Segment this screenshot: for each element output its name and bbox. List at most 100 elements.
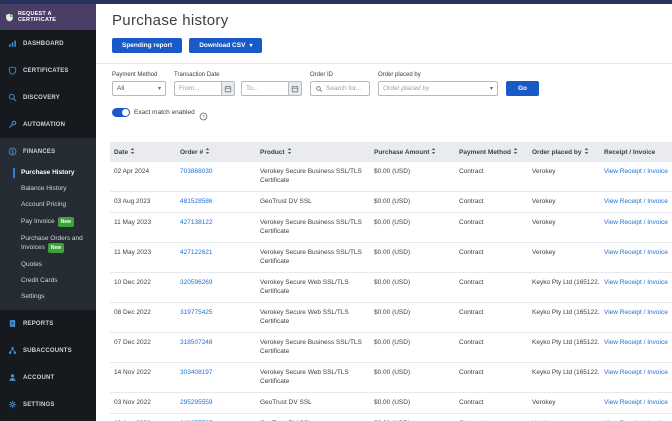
payment-method-select[interactable]: All ▾: [112, 81, 166, 96]
sidebar-subitem-settings[interactable]: Settings: [0, 289, 96, 305]
sidebar-item-label: AUTOMATION: [23, 122, 65, 128]
column-header-order[interactable]: Order #: [176, 142, 256, 162]
cell-payment-method: Contract: [455, 393, 528, 414]
view-receipt-invoice-link[interactable]: View Receipt / Invoice: [604, 249, 668, 256]
svg-text:?: ?: [202, 114, 205, 120]
cell-receipt-invoice: View Receipt / Invoice: [600, 273, 672, 303]
cell-payment-method: Contract: [455, 414, 528, 421]
order-number-link[interactable]: 427122621: [180, 249, 213, 256]
spending-report-button[interactable]: Spending report: [112, 38, 182, 53]
sidebar-subitem-credit-cards[interactable]: Credit Cards: [0, 273, 96, 289]
table-row: 14 Nov 2022303408197Verokey Secure Web S…: [110, 363, 672, 393]
sidebar-item-finances[interactable]: $FINANCES: [0, 138, 96, 165]
column-header-date[interactable]: Date: [110, 142, 176, 162]
cell-payment-method: Contract: [455, 192, 528, 213]
sort-icon[interactable]: [130, 147, 135, 157]
date-from-input[interactable]: From...: [174, 81, 235, 96]
sidebar-subitem-purchase-history[interactable]: Purchase History: [0, 165, 96, 181]
sidebar-subitem-purchase-orders-and-invoices[interactable]: Purchase Orders and InvoicesNew: [0, 231, 96, 257]
cell-order-number: 320596269: [176, 273, 256, 303]
sidebar-item-reports[interactable]: REPORTS: [0, 310, 96, 337]
sort-icon[interactable]: [513, 147, 518, 157]
cell-payment-method: Contract: [455, 213, 528, 243]
request-certificate-button[interactable]: REQUEST A CERTIFICATE: [0, 4, 96, 30]
column-label: Date: [114, 149, 128, 156]
order-number-link[interactable]: 303408197: [180, 369, 213, 376]
view-receipt-invoice-link[interactable]: View Receipt / Invoice: [604, 399, 668, 406]
sidebar: REQUEST A CERTIFICATE DASHBOARDCERTIFICA…: [0, 4, 96, 421]
help-icon[interactable]: ?: [199, 108, 208, 117]
sort-icon[interactable]: [431, 147, 436, 157]
sidebar-item-subaccounts[interactable]: SUBACCOUNTS: [0, 337, 96, 364]
calendar-button[interactable]: [221, 82, 234, 95]
cell-purchase-amount: $0.00 (USD): [370, 333, 455, 363]
view-receipt-invoice-link[interactable]: View Receipt / Invoice: [604, 219, 668, 226]
calendar-button[interactable]: [288, 82, 301, 95]
view-receipt-invoice-link[interactable]: View Receipt / Invoice: [604, 168, 668, 175]
sidebar-subitem-pay-invoice[interactable]: Pay InvoiceNew: [0, 213, 96, 231]
account-icon: [8, 373, 17, 382]
view-receipt-invoice-link[interactable]: View Receipt / Invoice: [604, 279, 668, 286]
view-receipt-invoice-link[interactable]: View Receipt / Invoice: [604, 198, 668, 205]
exact-match-toggle[interactable]: [112, 108, 130, 117]
sidebar-subitem-quotes[interactable]: Quotes: [0, 257, 96, 273]
sidebar-item-label: SUBACCOUNTS: [23, 348, 72, 354]
cell-payment-method: Contract: [455, 243, 528, 273]
order-number-link[interactable]: 703868030: [180, 168, 213, 175]
cell-order-placed-by: Verokey: [528, 393, 600, 414]
table-row: 03 Aug 2023481528586GeoTrust DV SSL$0.00…: [110, 192, 672, 213]
cell-purchase-amount: $0.00 (USD): [370, 303, 455, 333]
cell-date: 03 Nov 2022: [110, 393, 176, 414]
sidebar-subitem-label: Quotes: [21, 261, 42, 268]
date-to-input[interactable]: To...: [241, 81, 302, 96]
sidebar-item-certificates[interactable]: CERTIFICATES: [0, 57, 96, 84]
cell-purchase-amount: $0.00 (USD): [370, 414, 455, 421]
cell-purchase-amount: $0.00 (USD): [370, 393, 455, 414]
purchase-history-table: Date Order # ProductPurchase AmountPayment…: [110, 142, 672, 421]
sidebar-item-discovery[interactable]: DISCOVERY: [0, 84, 96, 111]
column-header-purchase-amount[interactable]: Purchase Amount: [370, 142, 455, 162]
order-number-link[interactable]: 318507248: [180, 339, 213, 346]
reports-icon: [8, 319, 17, 328]
sort-icon[interactable]: [205, 147, 210, 157]
sidebar-item-automation[interactable]: AUTOMATION: [0, 111, 96, 138]
sidebar-item-dashboard[interactable]: DASHBOARD: [0, 30, 96, 57]
order-number-link[interactable]: 295295559: [180, 399, 213, 406]
view-receipt-invoice-link[interactable]: View Receipt / Invoice: [604, 339, 668, 346]
cell-payment-method: Contract: [455, 303, 528, 333]
certificates-icon: [8, 66, 17, 75]
order-number-link[interactable]: 320596269: [180, 279, 213, 286]
view-receipt-invoice-link[interactable]: View Receipt / Invoice: [604, 369, 668, 376]
sort-icon[interactable]: [287, 147, 292, 157]
column-label: Order #: [180, 149, 203, 156]
cell-order-placed-by: Verokey: [528, 213, 600, 243]
sidebar-subitem-label: Settings: [21, 293, 45, 300]
sidebar-subitem-account-pricing[interactable]: Account Pricing: [0, 197, 96, 213]
cell-order-placed-by: Verokey: [528, 243, 600, 273]
sidebar-subitem-balance-history[interactable]: Balance History: [0, 181, 96, 197]
order-number-link[interactable]: 481528586: [180, 198, 213, 205]
sort-icon[interactable]: [584, 147, 589, 157]
cell-receipt-invoice: View Receipt / Invoice: [600, 393, 672, 414]
go-button[interactable]: Go: [506, 81, 539, 96]
sidebar-item-settings[interactable]: SETTINGS: [0, 391, 96, 418]
go-label: Go: [518, 85, 527, 92]
cell-order-number: 703868030: [176, 162, 256, 192]
page-title: Purchase history: [112, 12, 672, 29]
calendar-icon: [291, 85, 299, 93]
order-number-link[interactable]: 319775425: [180, 309, 213, 316]
view-receipt-invoice-link[interactable]: View Receipt / Invoice: [604, 309, 668, 316]
order-id-search-input[interactable]: Search for...: [310, 81, 370, 96]
sidebar-item-label: ACCOUNT: [23, 375, 54, 381]
download-csv-button[interactable]: Download CSV ▾: [189, 38, 262, 53]
chevron-down-icon: ▾: [249, 43, 252, 49]
cell-order-placed-by: Keyko Pty Ltd (165122...: [528, 333, 600, 363]
column-header-product[interactable]: Product: [256, 142, 370, 162]
order-number-link[interactable]: 427138122: [180, 219, 213, 226]
shield-plus-icon: [5, 13, 14, 22]
order-id-label: Order ID: [310, 72, 370, 78]
column-header-payment-method[interactable]: Payment Method: [455, 142, 528, 162]
order-placed-by-select[interactable]: Order placed by ▾: [378, 81, 498, 96]
column-header-order-placed-by[interactable]: Order placed by: [528, 142, 600, 162]
sidebar-item-account[interactable]: ACCOUNT: [0, 364, 96, 391]
